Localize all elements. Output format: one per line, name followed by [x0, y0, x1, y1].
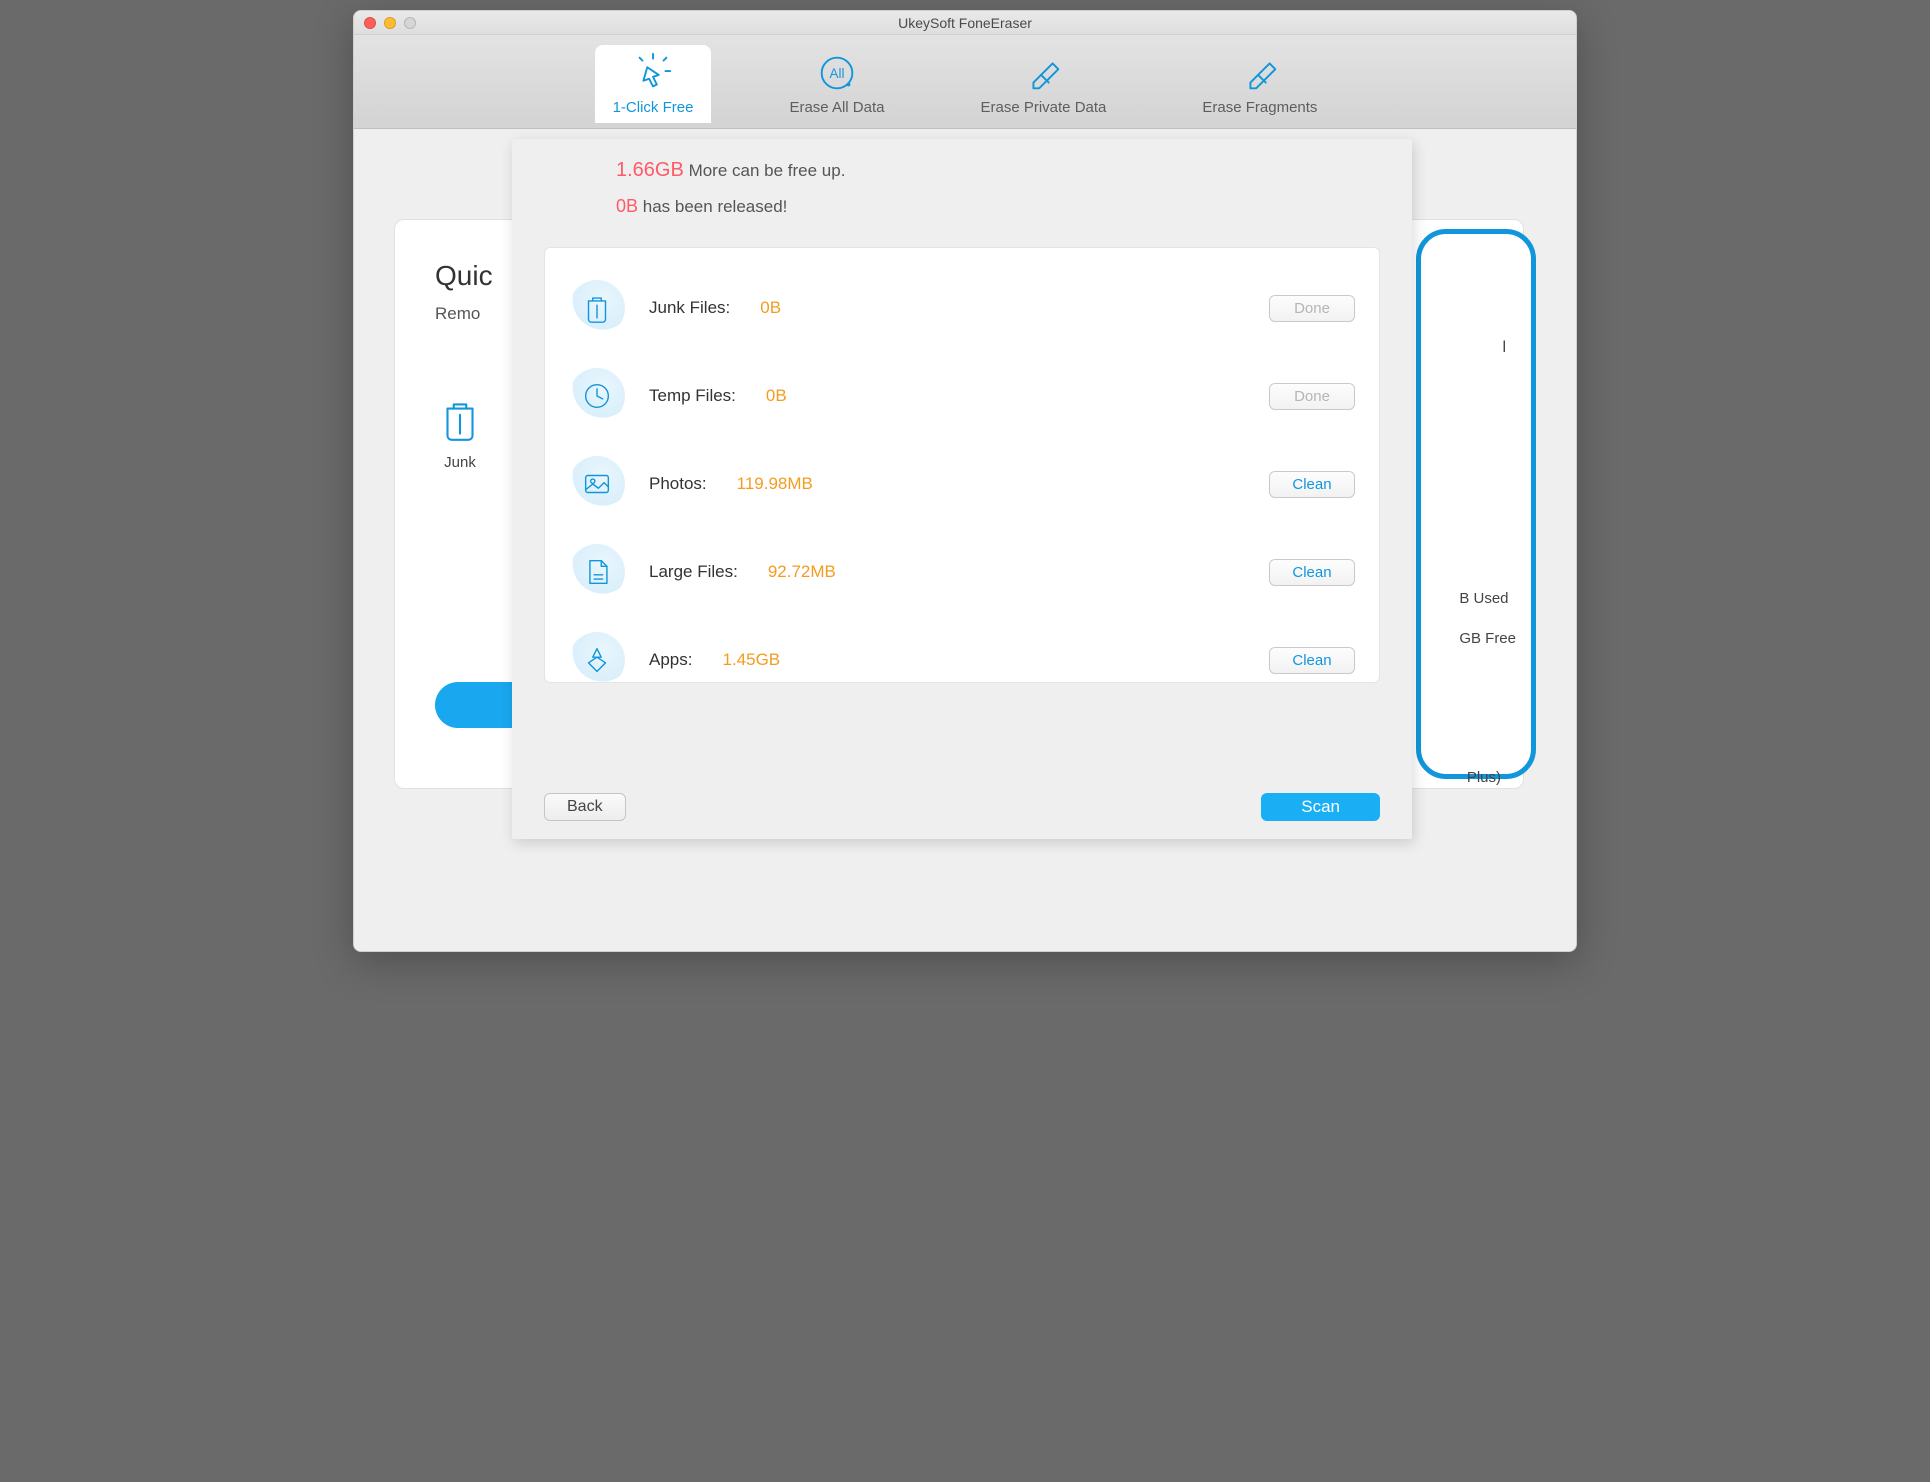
minimize-window-button[interactable] — [384, 17, 396, 29]
photo-icon — [569, 456, 625, 512]
scan-summary: 1.66GB More can be free up. 0B has been … — [512, 139, 1412, 237]
category-junk-files[interactable]: Junk — [435, 394, 485, 471]
row-label: Large Files: — [649, 562, 738, 582]
row-value: 0B — [766, 386, 787, 406]
row-value: 0B — [760, 298, 781, 318]
svg-text:All: All — [830, 66, 845, 81]
window-controls — [364, 17, 416, 29]
clean-button[interactable]: Clean — [1269, 559, 1355, 586]
back-button[interactable]: Back — [544, 793, 626, 821]
tab-label: Erase All Data — [789, 99, 884, 116]
row-value: 92.72MB — [768, 562, 836, 582]
row-photos: Photos: 119.98MB Clean — [565, 440, 1359, 528]
panel-footer: Back Scan — [544, 793, 1380, 821]
tab-label: Erase Private Data — [980, 99, 1106, 116]
trash-icon — [569, 280, 625, 336]
row-label: Junk Files: — [649, 298, 730, 318]
row-large-files: Large Files: 92.72MB Clean — [565, 528, 1359, 616]
clean-button[interactable]: Clean — [1269, 471, 1355, 498]
scan-button[interactable]: Scan — [1261, 793, 1380, 821]
maximize-window-button[interactable] — [404, 17, 416, 29]
row-label: Temp Files: — [649, 386, 736, 406]
trash-icon — [435, 394, 485, 444]
done-button: Done — [1269, 295, 1355, 322]
free-amount: 1.66GB — [616, 159, 684, 181]
window-title: UkeySoft FoneEraser — [354, 15, 1576, 31]
storage-info: B Used GB Free — [1459, 579, 1516, 659]
tab-one-click-free[interactable]: 1-Click Free — [595, 45, 712, 122]
scan-results-list: Junk Files: 0B Done Temp Files: 0B Done — [544, 247, 1380, 683]
device-model-suffix: Plus) — [1467, 769, 1501, 786]
clock-icon — [569, 368, 625, 424]
row-temp-files: Temp Files: 0B Done — [565, 352, 1359, 440]
content-area: Quic Remo Junk B Used GB Free l Plus) — [354, 129, 1576, 951]
tab-erase-all-data[interactable]: All Erase All Data — [771, 45, 902, 122]
tab-erase-fragments[interactable]: Erase Fragments — [1184, 45, 1335, 122]
done-button: Done — [1269, 383, 1355, 410]
app-window: UkeySoft FoneEraser 1-Click Free All Era… — [353, 10, 1577, 952]
storage-free-suffix: GB Free — [1459, 630, 1516, 647]
eraser-icon — [1020, 53, 1066, 93]
file-icon — [569, 544, 625, 600]
row-value: 119.98MB — [737, 474, 813, 494]
apps-icon — [569, 632, 625, 688]
clean-button[interactable]: Clean — [1269, 647, 1355, 674]
all-circle-icon: All — [814, 53, 860, 93]
titlebar: UkeySoft FoneEraser — [354, 11, 1576, 35]
tab-label: Erase Fragments — [1202, 99, 1317, 116]
row-junk-files: Junk Files: 0B Done — [565, 264, 1359, 352]
free-suffix: More can be free up. — [689, 161, 846, 180]
close-window-button[interactable] — [364, 17, 376, 29]
released-suffix: has been released! — [643, 197, 788, 216]
eraser-icon — [1237, 53, 1283, 93]
tab-erase-private-data[interactable]: Erase Private Data — [962, 45, 1124, 122]
storage-used-suffix: B Used — [1459, 590, 1508, 607]
device-name-suffix: l — [1502, 339, 1506, 357]
released-amount: 0B — [616, 196, 638, 216]
device-outline-icon — [1416, 229, 1536, 779]
main-tabs: 1-Click Free All Erase All Data Erase Pr… — [354, 35, 1576, 129]
scan-results-panel: 1.66GB More can be free up. 0B has been … — [512, 139, 1412, 839]
row-label: Photos: — [649, 474, 707, 494]
cursor-spark-icon — [630, 53, 676, 93]
row-apps: Apps: 1.45GB Clean — [565, 616, 1359, 704]
row-value: 1.45GB — [722, 650, 780, 670]
tab-label: 1-Click Free — [613, 99, 694, 116]
category-label: Junk — [444, 454, 476, 471]
row-label: Apps: — [649, 650, 692, 670]
